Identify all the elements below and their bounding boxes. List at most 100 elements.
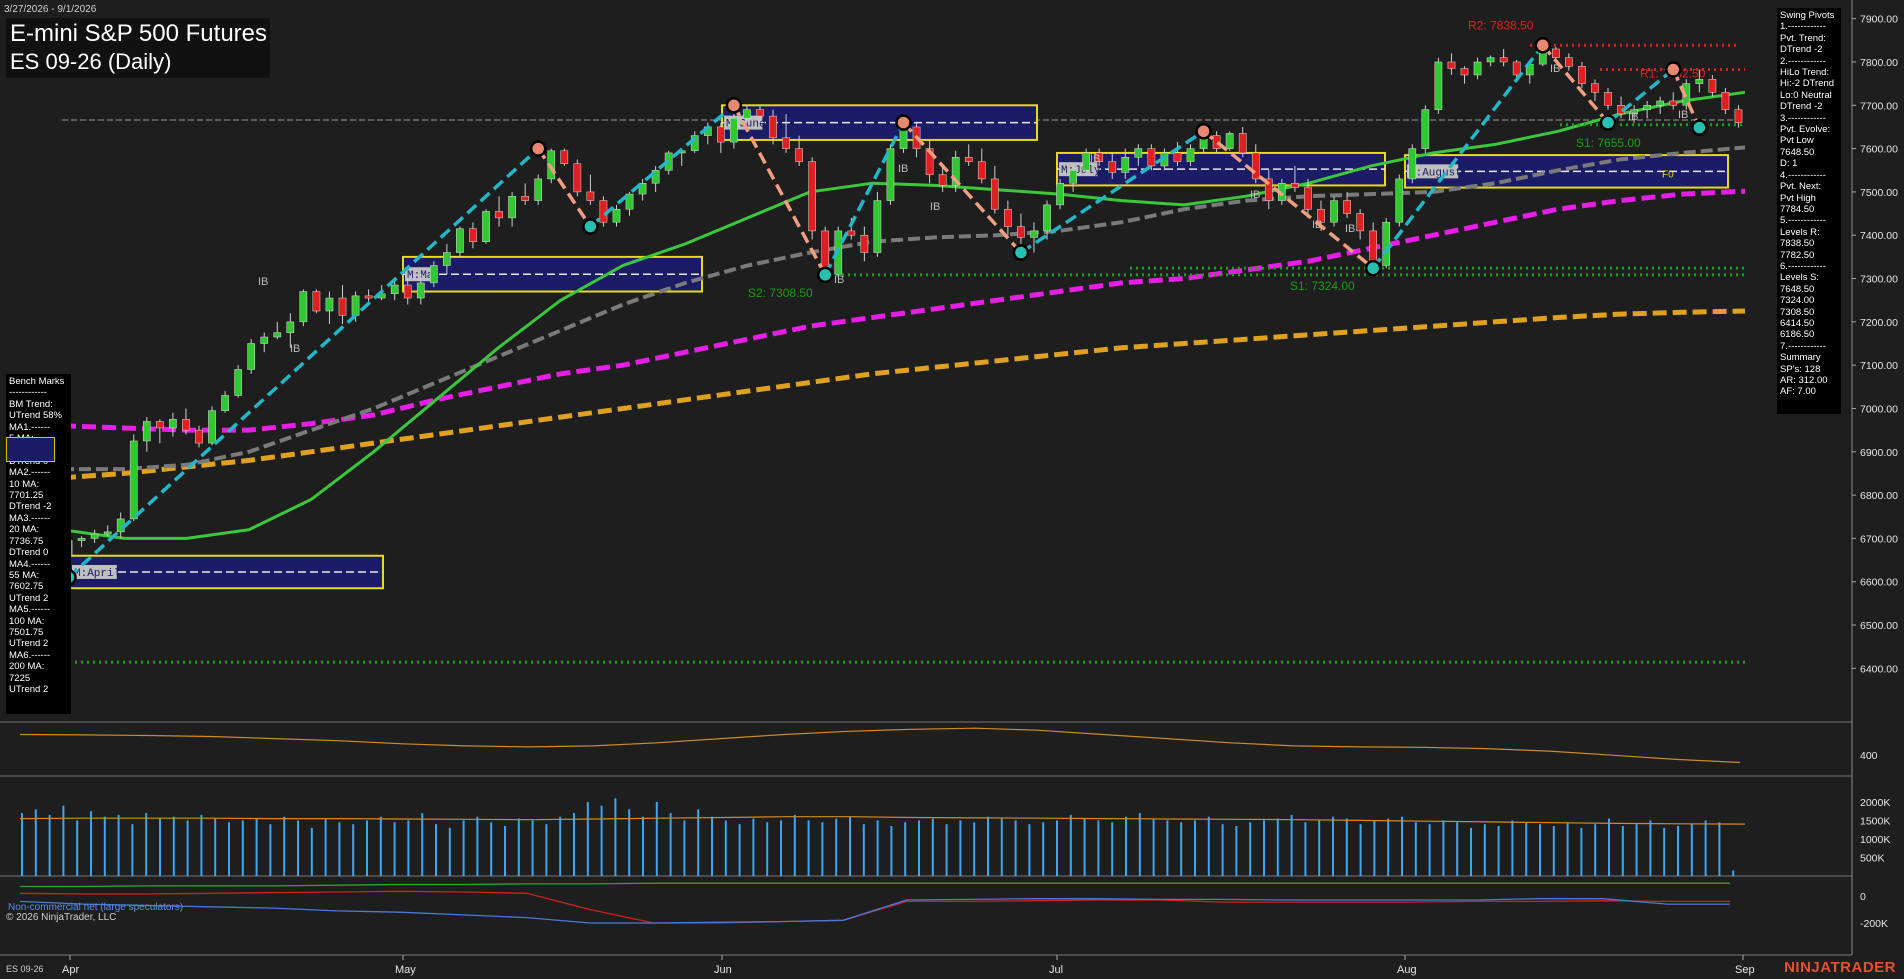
price-tick-label: 6500.00 <box>1860 620 1898 632</box>
candle-body <box>1643 105 1651 110</box>
swing-pivot-marker <box>1364 259 1382 277</box>
s2-level-label: S2: 7308.50 <box>748 286 813 300</box>
candle-body <box>1238 133 1247 154</box>
volume-average-line <box>19 816 1746 825</box>
swing-panel-line: Lo:0 Neutral <box>1780 89 1832 101</box>
candle-body <box>247 343 256 370</box>
candle-body <box>873 200 882 253</box>
swing-pivot-line <box>67 147 540 579</box>
candle-body <box>717 126 725 143</box>
candle-body <box>260 336 269 344</box>
candle-body <box>1030 230 1038 238</box>
candle-body <box>534 178 543 201</box>
bench-panel-line: 7225 <box>9 672 31 684</box>
swing-panel-line: 7648.50 <box>1780 283 1815 295</box>
volume-tick-label: 500K <box>1860 852 1885 864</box>
swing-panel-line: AR: 312.00 <box>1780 375 1828 386</box>
candle-body <box>1447 61 1456 69</box>
time-tick-label: Aug <box>1397 964 1417 976</box>
candle-body <box>1304 187 1312 210</box>
time-tick-label: May <box>395 964 416 976</box>
swing-panel-line: DTrend -2 <box>1780 44 1823 56</box>
candle-body <box>443 252 451 266</box>
inside-bar-label: IB <box>930 201 940 213</box>
candle-body <box>1708 79 1717 93</box>
swing-panel-line: 5.------------ <box>1780 215 1826 227</box>
candle-body <box>730 118 738 143</box>
swing-panel-line: Swing Pivots <box>1780 10 1835 21</box>
candle-body <box>221 395 229 411</box>
candle-body <box>1695 79 1704 84</box>
candle-body <box>1147 148 1156 167</box>
swing-pivot-marker <box>725 97 743 114</box>
inside-bar-label: IB <box>834 274 844 286</box>
cot-red-line <box>19 890 1730 924</box>
time-tick-label: Jun <box>714 964 732 976</box>
candle-body <box>1591 83 1599 93</box>
price-tick-label: 7100.00 <box>1860 360 1898 372</box>
swing-panel-line: Summary <box>1780 352 1821 364</box>
r2-level-label: R2: 7838.50 <box>1468 18 1534 32</box>
time-tick-label: Sep <box>1735 964 1755 976</box>
price-tick-label: 7200.00 <box>1860 317 1898 329</box>
bench-panel-line: MA1.------ <box>9 421 51 433</box>
time-tick-label: Apr <box>62 964 79 976</box>
swing-panel-line: Pvt. Evolve: <box>1780 124 1831 136</box>
monthly-box-label: M:July <box>1061 165 1101 177</box>
candle-body <box>286 321 295 333</box>
swing-pivot-marker <box>1691 119 1708 136</box>
swing-panel-line: 6.------------ <box>1780 260 1826 272</box>
swing-panel-line: 1.------------ <box>1780 21 1826 33</box>
swing-panel-line: Levels S: <box>1780 272 1820 284</box>
swing-pivot-marker <box>895 114 912 131</box>
swing-panel-line: Pvt Low <box>1780 135 1814 147</box>
candle-body <box>1604 92 1612 106</box>
price-tick-label: 7600.00 <box>1860 144 1898 156</box>
swing-panel-line: DTrend -2 <box>1780 101 1823 113</box>
candle-body <box>129 440 138 520</box>
price-tick-label: 7500.00 <box>1860 187 1898 199</box>
bench-panel-line: UTrend 2 <box>9 638 49 650</box>
candle-body <box>1421 109 1430 149</box>
monthly-box-label: M:August <box>1409 167 1462 179</box>
candle-body <box>1343 200 1351 214</box>
candle-body <box>351 295 360 316</box>
candle-body <box>142 421 151 442</box>
ma200-line <box>61 308 1746 481</box>
swing-pivots-panel: Swing Pivots 1.------------ Pvt. Trend: DTr… <box>1777 8 1841 414</box>
price-tick-label: 7000.00 <box>1860 403 1898 415</box>
candle-body <box>1460 68 1469 76</box>
candle-body <box>469 228 477 242</box>
bench-panel-line: UTrend 58% <box>9 410 62 422</box>
candle-body <box>1734 109 1743 123</box>
bench-panel-line: MA2.------ <box>9 467 51 479</box>
bench-panel-line: ------------ <box>9 387 47 399</box>
candle-body <box>795 148 803 162</box>
inside-bar-label: IB <box>290 343 300 355</box>
swing-panel-line: Levels R: <box>1780 226 1820 238</box>
swing-panel-line: 3.------------ <box>1780 112 1826 124</box>
bench-marks-panel: Bench Marks ------------ BM Trend: UTrend 5… <box>6 374 71 714</box>
candle-body <box>560 150 569 165</box>
s1-level-label: S1: 7655.00 <box>1576 136 1641 150</box>
candle-body <box>964 157 973 162</box>
time-tick-label: Jul <box>1049 964 1063 976</box>
bench-panel-line: 200 MA: <box>9 661 45 673</box>
inside-bar-label: IB <box>1090 153 1100 165</box>
cot-tick-label: -200K <box>1860 918 1888 930</box>
price-chart[interactable]: M:AprilM:MayM:JuneM:JulyM:AugustF0 R2: 7… <box>0 0 1904 979</box>
oscillator-tick-label: 400 <box>1860 750 1878 762</box>
candle-body <box>1330 200 1338 223</box>
bench-panel-line: DTrend -2 <box>9 501 52 513</box>
bench-panel-line: UTrend 2 <box>9 683 49 695</box>
candle-body <box>1134 148 1143 158</box>
candle-body <box>312 291 321 312</box>
candle-body <box>195 429 203 444</box>
bench-highlight-box <box>6 437 55 462</box>
price-tick-label: 6800.00 <box>1860 490 1898 502</box>
candle-body <box>1121 157 1130 173</box>
candle-body <box>77 538 86 541</box>
inside-bar-label: IB <box>1345 223 1355 235</box>
brand-logo: NINJATRADER <box>1784 959 1896 976</box>
bench-panel-line: 55 MA: <box>9 569 40 581</box>
